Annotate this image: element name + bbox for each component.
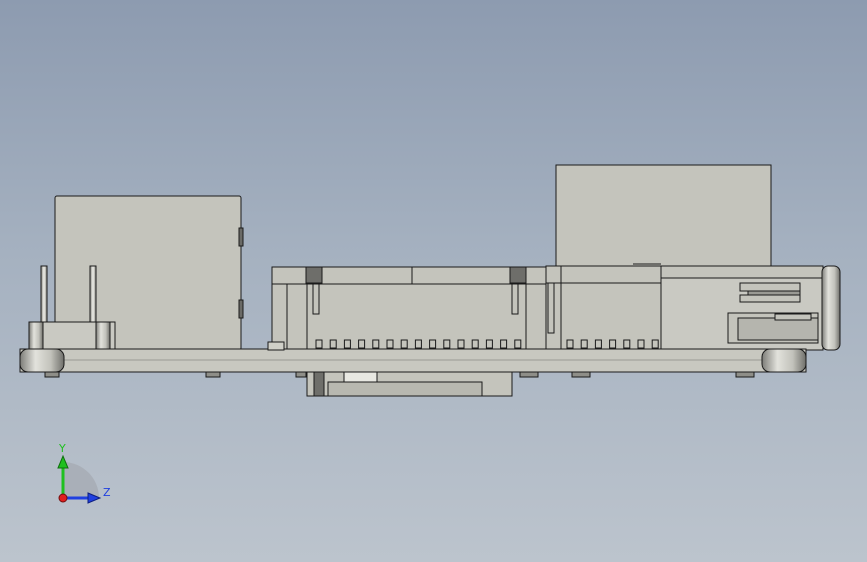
connector-pin [651, 339, 659, 349]
connector-pin [372, 339, 380, 349]
connector-pin [514, 339, 522, 349]
connector-pin [485, 339, 493, 349]
connector-pin [566, 339, 574, 349]
connector-pin [315, 339, 323, 349]
bottom-connector [306, 371, 513, 397]
connector-pin [429, 339, 437, 349]
connector-pin [400, 339, 408, 349]
right-connector [545, 263, 841, 351]
connector-pin [414, 339, 422, 349]
connector-pin [609, 339, 617, 349]
connector-pin [594, 339, 602, 349]
connector-pin [343, 339, 351, 349]
coordinate-triad [57, 454, 102, 504]
connector-pin [457, 339, 465, 349]
connector-pin [471, 339, 479, 349]
model-side-view[interactable] [0, 0, 867, 562]
connector-pin [623, 339, 631, 349]
graphics-viewport[interactable]: Y Z [0, 0, 867, 562]
connector-pin [580, 339, 588, 349]
connector-pin [443, 339, 451, 349]
connector-pin [358, 339, 366, 349]
right-component-block [555, 164, 772, 269]
connector-pin [637, 339, 645, 349]
triad-z-label: Z [103, 486, 111, 499]
triad-y-label: Y [59, 442, 66, 455]
connector-pin [329, 339, 337, 349]
connector-pin [500, 339, 508, 349]
x-axis-dot [58, 493, 68, 503]
connector-pin [386, 339, 394, 349]
center-connector [271, 266, 562, 351]
triad-plane [63, 462, 99, 498]
